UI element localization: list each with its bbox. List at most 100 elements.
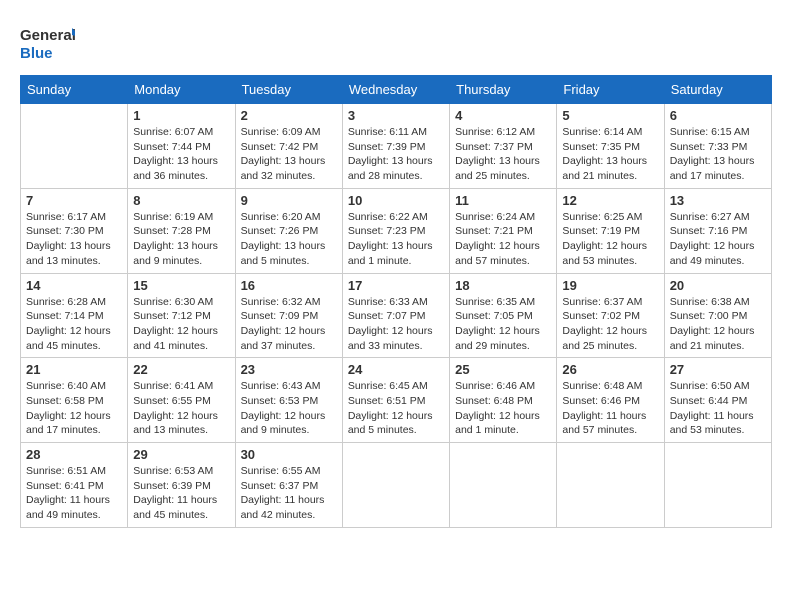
day-header-saturday: Saturday <box>664 76 771 104</box>
svg-text:Blue: Blue <box>20 45 53 62</box>
day-number: 2 <box>241 108 337 123</box>
calendar-cell: 15 Sunrise: 6:30 AM Sunset: 7:12 PM Dayli… <box>128 273 235 358</box>
cell-content: Sunrise: 6:15 AM Sunset: 7:33 PM Dayligh… <box>670 125 766 184</box>
day-header-sunday: Sunday <box>21 76 128 104</box>
calendar-cell: 20Sunrise: 6:38 AM Sunset: 7:00 PM Dayli… <box>664 273 771 358</box>
day-header-thursday: Thursday <box>450 76 557 104</box>
calendar-cell: 7Sunrise: 6:17 AM Sunset: 7:30 PM Daylig… <box>21 188 128 273</box>
cell-content: Sunrise: 6:50 AM Sunset: 6:44 PM Dayligh… <box>670 379 766 438</box>
day-number: 25 <box>455 362 551 377</box>
calendar-cell: 29 Sunrise: 6:53 AM Sunset: 6:39 PM Dayli… <box>128 443 235 528</box>
day-number: 3 <box>348 108 444 123</box>
cell-content: Sunrise: 6:43 AM Sunset: 6:53 PM Dayligh… <box>241 379 337 438</box>
cell-content: Sunrise: 6:24 AM Sunset: 7:21 PM Dayligh… <box>455 210 551 269</box>
day-number: 4 <box>455 108 551 123</box>
calendar-cell: 21Sunrise: 6:40 AM Sunset: 6:58 PM Dayli… <box>21 358 128 443</box>
calendar-cell: 19Sunrise: 6:37 AM Sunset: 7:02 PM Dayli… <box>557 273 664 358</box>
calendar-cell: 27 Sunrise: 6:50 AM Sunset: 6:44 PM Dayli… <box>664 358 771 443</box>
calendar-cell: 8 Sunrise: 6:19 AM Sunset: 7:28 PM Daylig… <box>128 188 235 273</box>
calendar-cell: 18Sunrise: 6:35 AM Sunset: 7:05 PM Dayli… <box>450 273 557 358</box>
cell-content: Sunrise: 6:19 AM Sunset: 7:28 PM Dayligh… <box>133 210 229 269</box>
cell-content: Sunrise: 6:27 AM Sunset: 7:16 PM Dayligh… <box>670 210 766 269</box>
day-number: 15 <box>133 278 229 293</box>
calendar-cell: 4 Sunrise: 6:12 AM Sunset: 7:37 PM Daylig… <box>450 104 557 189</box>
day-number: 28 <box>26 447 122 462</box>
day-number: 16 <box>241 278 337 293</box>
cell-content: Sunrise: 6:53 AM Sunset: 6:39 PM Dayligh… <box>133 464 229 523</box>
cell-content: Sunrise: 6:51 AM Sunset: 6:41 PM Dayligh… <box>26 464 122 523</box>
day-number: 12 <box>562 193 658 208</box>
calendar-week-4: 21Sunrise: 6:40 AM Sunset: 6:58 PM Dayli… <box>21 358 772 443</box>
cell-content: Sunrise: 6:40 AM Sunset: 6:58 PM Dayligh… <box>26 379 122 438</box>
calendar-cell: 9 Sunrise: 6:20 AM Sunset: 7:26 PM Daylig… <box>235 188 342 273</box>
day-number: 9 <box>241 193 337 208</box>
calendar-cell: 22 Sunrise: 6:41 AM Sunset: 6:55 PM Dayli… <box>128 358 235 443</box>
cell-content: Sunrise: 6:09 AM Sunset: 7:42 PM Dayligh… <box>241 125 337 184</box>
day-number: 19 <box>562 278 658 293</box>
day-header-wednesday: Wednesday <box>342 76 449 104</box>
day-number: 1 <box>133 108 229 123</box>
cell-content: Sunrise: 6:14 AM Sunset: 7:35 PM Dayligh… <box>562 125 658 184</box>
calendar-cell: 26 Sunrise: 6:48 AM Sunset: 6:46 PM Dayli… <box>557 358 664 443</box>
day-number: 11 <box>455 193 551 208</box>
calendar-cell: 2 Sunrise: 6:09 AM Sunset: 7:42 PM Daylig… <box>235 104 342 189</box>
day-number: 23 <box>241 362 337 377</box>
calendar-header-row: SundayMondayTuesdayWednesdayThursdayFrid… <box>21 76 772 104</box>
cell-content: Sunrise: 6:48 AM Sunset: 6:46 PM Dayligh… <box>562 379 658 438</box>
day-number: 26 <box>562 362 658 377</box>
day-number: 5 <box>562 108 658 123</box>
calendar-cell: 11 Sunrise: 6:24 AM Sunset: 7:21 PM Dayli… <box>450 188 557 273</box>
calendar-week-2: 7Sunrise: 6:17 AM Sunset: 7:30 PM Daylig… <box>21 188 772 273</box>
day-number: 27 <box>670 362 766 377</box>
calendar-cell: 6 Sunrise: 6:15 AM Sunset: 7:33 PM Daylig… <box>664 104 771 189</box>
day-number: 7 <box>26 193 122 208</box>
calendar-week-1: 1Sunrise: 6:07 AM Sunset: 7:44 PM Daylig… <box>21 104 772 189</box>
calendar-cell: 16 Sunrise: 6:32 AM Sunset: 7:09 PM Dayli… <box>235 273 342 358</box>
calendar-week-5: 28 Sunrise: 6:51 AM Sunset: 6:41 PM Dayli… <box>21 443 772 528</box>
day-number: 22 <box>133 362 229 377</box>
day-number: 29 <box>133 447 229 462</box>
calendar-cell: 23 Sunrise: 6:43 AM Sunset: 6:53 PM Dayli… <box>235 358 342 443</box>
calendar-cell <box>664 443 771 528</box>
calendar-cell: 12Sunrise: 6:25 AM Sunset: 7:19 PM Dayli… <box>557 188 664 273</box>
page-header: General Blue <box>20 20 772 65</box>
cell-content: Sunrise: 6:32 AM Sunset: 7:09 PM Dayligh… <box>241 295 337 354</box>
calendar-cell: 3 Sunrise: 6:11 AM Sunset: 7:39 PM Daylig… <box>342 104 449 189</box>
calendar-cell <box>21 104 128 189</box>
cell-content: Sunrise: 6:45 AM Sunset: 6:51 PM Dayligh… <box>348 379 444 438</box>
cell-content: Sunrise: 6:55 AM Sunset: 6:37 PM Dayligh… <box>241 464 337 523</box>
calendar-week-3: 14Sunrise: 6:28 AM Sunset: 7:14 PM Dayli… <box>21 273 772 358</box>
day-number: 10 <box>348 193 444 208</box>
cell-content: Sunrise: 6:20 AM Sunset: 7:26 PM Dayligh… <box>241 210 337 269</box>
calendar-cell <box>342 443 449 528</box>
cell-content: Sunrise: 6:35 AM Sunset: 7:05 PM Dayligh… <box>455 295 551 354</box>
calendar-cell: 17 Sunrise: 6:33 AM Sunset: 7:07 PM Dayli… <box>342 273 449 358</box>
calendar-cell <box>557 443 664 528</box>
calendar-cell: 30 Sunrise: 6:55 AM Sunset: 6:37 PM Dayli… <box>235 443 342 528</box>
cell-content: Sunrise: 6:46 AM Sunset: 6:48 PM Dayligh… <box>455 379 551 438</box>
cell-content: Sunrise: 6:33 AM Sunset: 7:07 PM Dayligh… <box>348 295 444 354</box>
calendar-cell: 28 Sunrise: 6:51 AM Sunset: 6:41 PM Dayli… <box>21 443 128 528</box>
day-number: 8 <box>133 193 229 208</box>
day-header-tuesday: Tuesday <box>235 76 342 104</box>
calendar-cell: 24Sunrise: 6:45 AM Sunset: 6:51 PM Dayli… <box>342 358 449 443</box>
day-number: 30 <box>241 447 337 462</box>
cell-content: Sunrise: 6:30 AM Sunset: 7:12 PM Dayligh… <box>133 295 229 354</box>
cell-content: Sunrise: 6:12 AM Sunset: 7:37 PM Dayligh… <box>455 125 551 184</box>
cell-content: Sunrise: 6:38 AM Sunset: 7:00 PM Dayligh… <box>670 295 766 354</box>
logo-svg: General Blue <box>20 20 75 65</box>
cell-content: Sunrise: 6:41 AM Sunset: 6:55 PM Dayligh… <box>133 379 229 438</box>
calendar-cell: 10 Sunrise: 6:22 AM Sunset: 7:23 PM Dayli… <box>342 188 449 273</box>
calendar-cell: 1Sunrise: 6:07 AM Sunset: 7:44 PM Daylig… <box>128 104 235 189</box>
calendar-cell: 13 Sunrise: 6:27 AM Sunset: 7:16 PM Dayli… <box>664 188 771 273</box>
day-number: 6 <box>670 108 766 123</box>
day-number: 17 <box>348 278 444 293</box>
calendar-table: SundayMondayTuesdayWednesdayThursdayFrid… <box>20 75 772 528</box>
cell-content: Sunrise: 6:11 AM Sunset: 7:39 PM Dayligh… <box>348 125 444 184</box>
svg-text:General: General <box>20 27 75 44</box>
day-number: 14 <box>26 278 122 293</box>
day-header-monday: Monday <box>128 76 235 104</box>
cell-content: Sunrise: 6:22 AM Sunset: 7:23 PM Dayligh… <box>348 210 444 269</box>
calendar-cell: 14Sunrise: 6:28 AM Sunset: 7:14 PM Dayli… <box>21 273 128 358</box>
day-number: 13 <box>670 193 766 208</box>
